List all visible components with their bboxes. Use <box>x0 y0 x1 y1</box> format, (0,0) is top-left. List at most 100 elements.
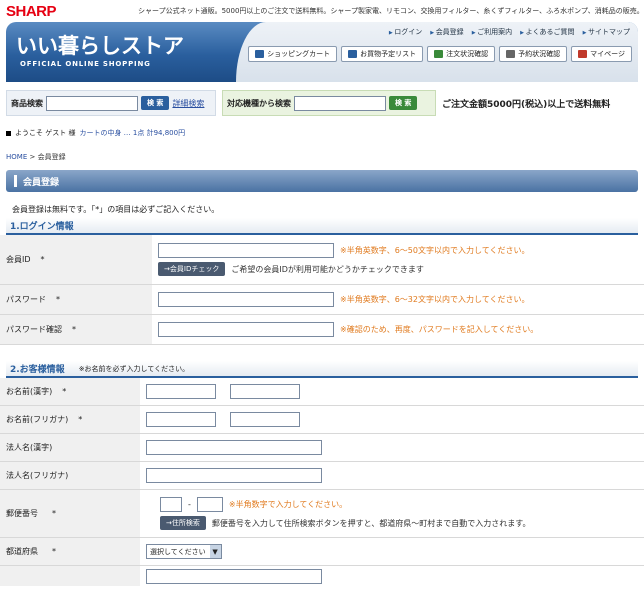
welcome-text: ようこそ ゲスト 様 <box>15 129 76 137</box>
top-bar: SHARP シャープ公式ネット通販。5000円以上のご注文で送料無料。シャープ製… <box>0 0 644 22</box>
welcome-bar: ようこそ ゲスト 様 カートの中身 … 1点 計94,800円 <box>0 124 644 142</box>
member-id-check-button[interactable]: 会員IDチェック <box>158 262 226 276</box>
corp-kana-field-cell <box>140 462 644 489</box>
member-id-row: 会員ID * ※半角英数字、6～50文字以内で入力してください。 会員IDチェッ… <box>0 235 644 285</box>
prefecture-row: 都道府県 * 選択してください ▼ <box>0 538 644 566</box>
faq-link[interactable]: よくあるご質問 <box>520 27 575 37</box>
model-search-button[interactable]: 検 索 <box>389 96 418 110</box>
site-banner: いい暮らしストア OFFICIAL ONLINE SHOPPING ログイン 会… <box>6 22 638 82</box>
search-row: 商品検索 検 索 詳細検索 対応機種から検索 検 索 ご注文金額5000円(税込… <box>0 88 644 122</box>
zip-dash: - <box>188 500 191 509</box>
address-search-desc: 郵便番号を入力して住所検索ボタンを押すと、都道府県～町村まで自動で入力されます。 <box>211 518 531 528</box>
banner-nav-panel: ログイン 会員登録 ご利用案内 よくあるご質問 サイトマップ ショッピングカート… <box>236 22 638 82</box>
corp-kana-input[interactable] <box>146 468 322 483</box>
name-kanji-label-cell: お名前(漢字) * <box>0 378 140 405</box>
reservation-status-button[interactable]: 予約状況確認 <box>499 46 568 62</box>
intro-text: 会員登録は無料です。「*」の項目は必ずご記入ください。 <box>12 205 220 214</box>
name-kanji-row: お名前(漢字) * <box>0 378 644 406</box>
corp-kanji-label-cell: 法人名(漢字) <box>0 434 140 461</box>
reservation-status-label: 予約状況確認 <box>518 50 561 58</box>
password-confirm-field-cell: ※確認のため、再度、パスワードを記入してください。 <box>152 315 644 344</box>
sitemap-link[interactable]: サイトマップ <box>583 27 630 37</box>
required-mark: * <box>56 295 60 304</box>
corp-kana-label-cell: 法人名(フリガナ) <box>0 462 140 489</box>
calendar-icon <box>506 50 516 58</box>
required-mark: * <box>40 255 45 264</box>
first-name-kanji-input[interactable] <box>230 384 300 399</box>
last-name-kana-input[interactable] <box>146 412 216 427</box>
next-row-field-cell <box>140 566 644 586</box>
guide-link[interactable]: ご利用案内 <box>472 27 512 37</box>
name-kana-label: お名前(フリガナ) <box>6 415 69 424</box>
member-id-hint: ※半角英数字、6～50文字以内で入力してください。 <box>340 246 530 255</box>
zip-field-cell: - ※半角数字で入力してください。 住所検索 郵便番号を入力して住所検索ボタンを… <box>140 490 644 537</box>
detail-search-link[interactable]: 詳細検索 <box>172 98 204 109</box>
password-confirm-input[interactable] <box>158 322 334 337</box>
shopping-cart-button[interactable]: ショッピングカート <box>248 46 338 62</box>
order-status-label: 注文状況確認 <box>446 50 489 58</box>
prefecture-selected: 選択してください <box>150 547 206 556</box>
prefecture-select[interactable]: 選択してください ▼ <box>146 544 222 559</box>
required-mark: * <box>52 509 56 518</box>
mypage-button[interactable]: マイページ <box>571 46 632 62</box>
name-kana-label-cell: お名前(フリガナ) * <box>0 406 140 433</box>
mypage-label: マイページ <box>590 50 625 58</box>
model-search-label: 対応機種から検索 <box>227 98 291 108</box>
first-name-kana-input[interactable] <box>230 412 300 427</box>
password-input[interactable] <box>158 292 334 307</box>
store-title[interactable]: いい暮らしストア <box>16 30 184 60</box>
member-id-label: 会員ID <box>6 255 31 264</box>
corp-kanji-field-cell <box>140 434 644 461</box>
required-mark: * <box>62 387 67 396</box>
required-mark: * <box>52 547 56 556</box>
breadcrumb-current: 会員登録 <box>37 153 66 161</box>
member-id-field-cell: ※半角英数字、6～50文字以内で入力してください。 会員IDチェック ご希望の会… <box>152 235 644 284</box>
next-row-partial <box>0 566 644 586</box>
model-search-input[interactable] <box>294 95 386 111</box>
last-name-kanji-input[interactable] <box>146 384 216 399</box>
zip-second-input[interactable] <box>196 497 223 512</box>
customer-section-header: 2.お客様情報 ※お名前を必ず入力してください。 <box>6 361 638 378</box>
address-search-button[interactable]: 住所検索 <box>160 516 206 530</box>
register-link[interactable]: 会員登録 <box>430 27 464 37</box>
corp-kana-label: 法人名(フリガナ) <box>6 471 69 480</box>
wishlist-button[interactable]: お買物予定リスト <box>341 46 424 62</box>
password-field-cell: ※半角英数字、6～32文字以内で入力してください。 <box>152 285 644 314</box>
member-id-input[interactable] <box>158 243 334 258</box>
zip-label: 郵便番号 <box>6 509 38 518</box>
page-title-bar: 会員登録 <box>6 170 638 192</box>
corp-kanji-input[interactable] <box>146 440 322 455</box>
name-kana-field-cell <box>140 406 644 433</box>
password-label-cell: パスワード * <box>0 285 152 314</box>
login-section-title: 1.ログイン情報 <box>10 222 74 232</box>
zip-first-input[interactable] <box>160 497 182 512</box>
order-status-button[interactable]: 注文状況確認 <box>427 46 496 62</box>
password-label: パスワード <box>6 295 46 304</box>
sharp-logo[interactable]: SHARP <box>6 3 57 20</box>
store-subtitle: OFFICIAL ONLINE SHOPPING <box>20 60 151 68</box>
breadcrumb-separator: > <box>29 153 36 161</box>
customer-section-note: ※お名前を必ず入力してください。 <box>78 364 190 373</box>
member-id-check-desc: ご希望の会員IDが利用可能かどうかチェックできます <box>231 264 424 274</box>
top-links: ログイン 会員登録 ご利用案内 よくあるご質問 サイトマップ <box>389 27 630 37</box>
breadcrumb: HOME > 会員登録 <box>0 152 644 166</box>
name-kanji-label: お名前(漢字) <box>6 387 53 396</box>
cart-icon <box>255 50 265 58</box>
breadcrumb-home[interactable]: HOME <box>6 153 27 161</box>
product-search-input[interactable] <box>46 95 138 111</box>
password-hint: ※半角英数字、6～32文字以内で入力してください。 <box>340 295 530 304</box>
corp-kanji-label: 法人名(漢字) <box>6 443 53 452</box>
next-row-label-cell <box>0 566 140 586</box>
shopping-cart-label: ショッピングカート <box>267 50 331 58</box>
prefecture-field-cell: 選択してください ▼ <box>140 538 644 565</box>
next-row-input[interactable] <box>146 568 322 584</box>
corp-kana-row: 法人名(フリガナ) <box>0 462 644 490</box>
free-shipping-notice: ご注文金額5000円(税込)以上で送料無料 <box>442 100 611 110</box>
login-link[interactable]: ログイン <box>389 27 422 37</box>
header-nav-buttons: ショッピングカート お買物予定リスト 注文状況確認 予約状況確認 マイページ <box>248 46 632 62</box>
name-kana-row: お名前(フリガナ) * <box>0 406 644 434</box>
prefecture-label-cell: 都道府県 * <box>0 538 140 565</box>
product-search-button[interactable]: 検 索 <box>141 96 170 110</box>
prefecture-label: 都道府県 <box>6 547 38 556</box>
cart-summary-link[interactable]: カートの中身 … 1点 計94,800円 <box>79 128 185 138</box>
